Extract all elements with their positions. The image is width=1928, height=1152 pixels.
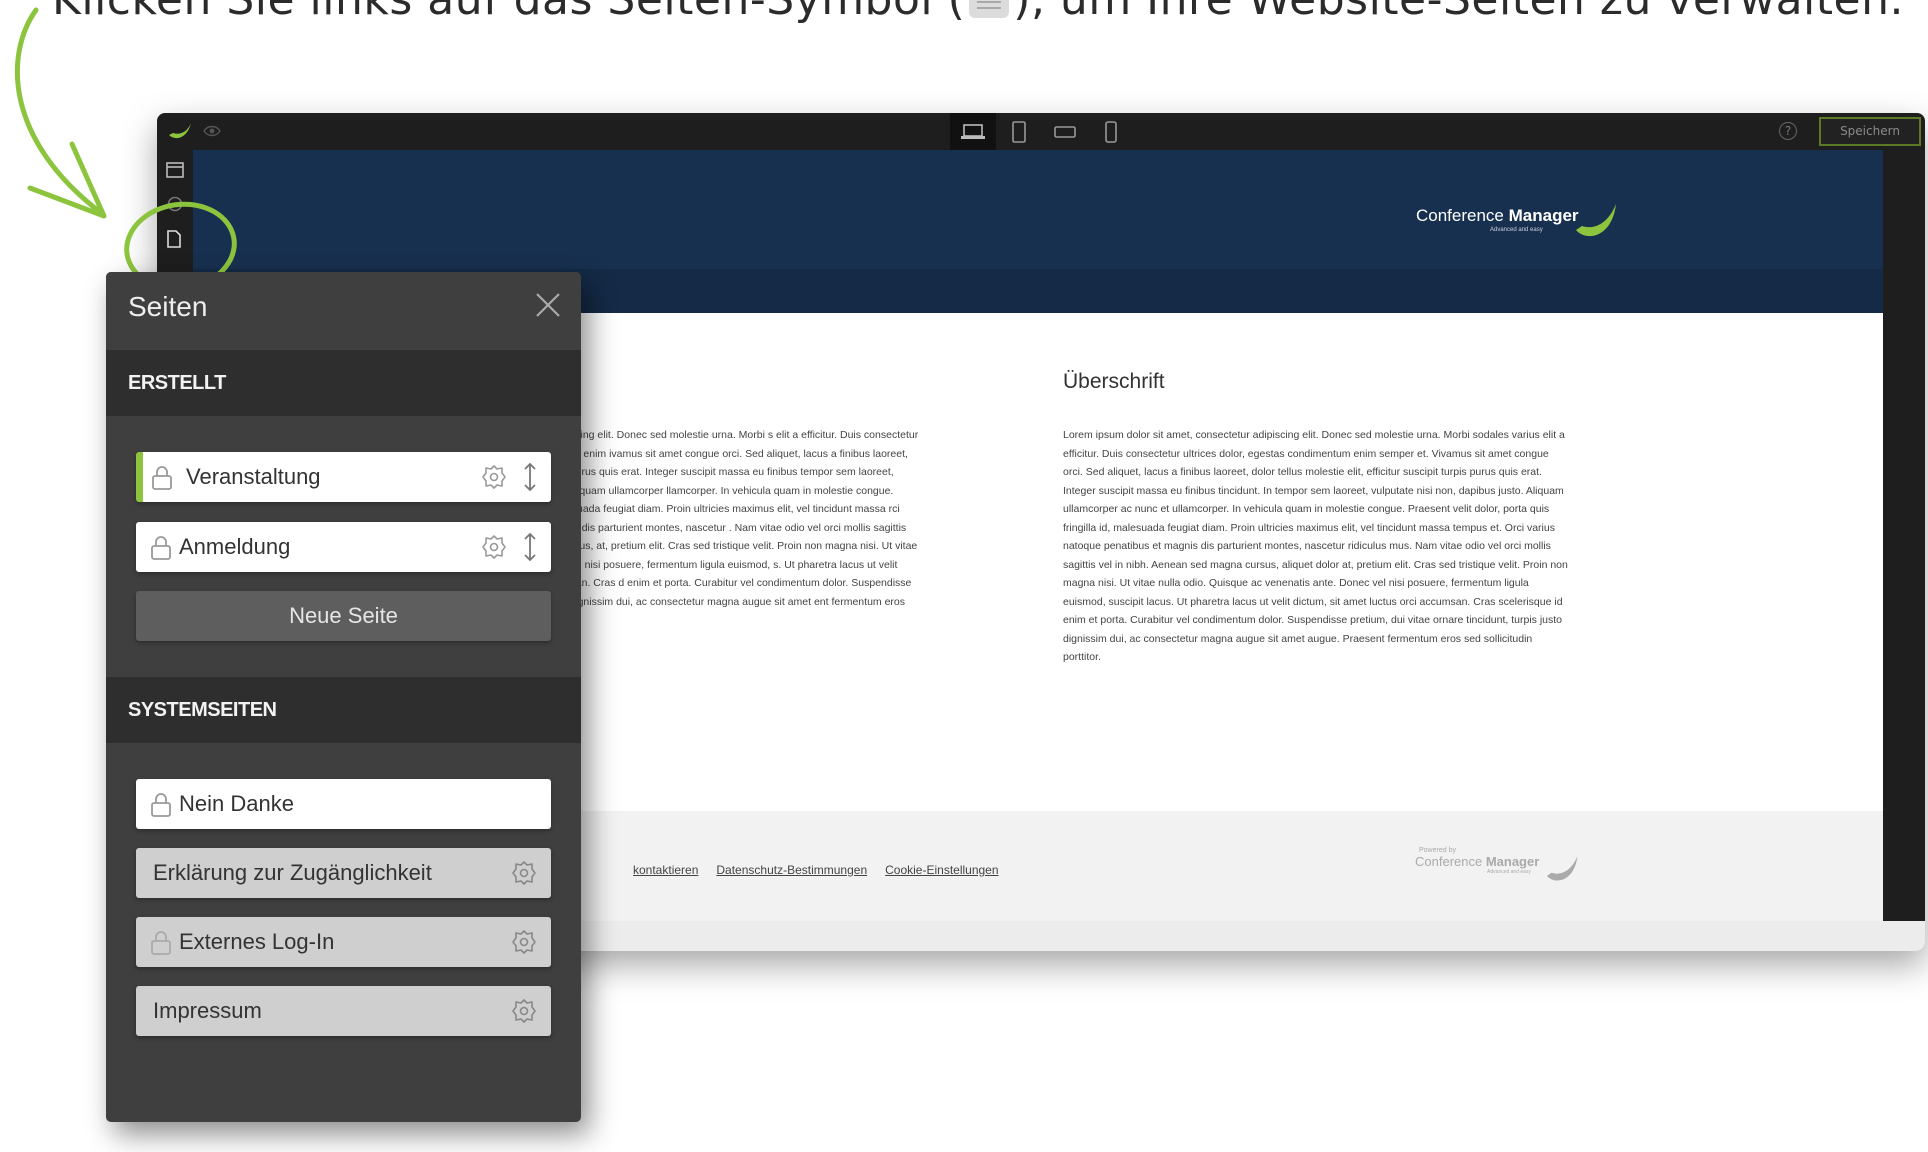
- gear-icon[interactable]: [481, 464, 507, 490]
- laptop-icon: [961, 123, 985, 139]
- instruction-after-icon: ), um Ihre Website-Seiten zu verwalten.: [1013, 0, 1904, 25]
- lock-icon: [152, 466, 172, 490]
- pages-panel: Seiten ERSTELLT Veranstaltung Anmeldung …: [106, 272, 581, 1122]
- powered-by-logo: Powered by Conference Manager Advanced a…: [1415, 847, 1578, 881]
- logo-leaf-icon: [1576, 204, 1616, 237]
- footer-link-contact[interactable]: kontaktieren: [633, 863, 698, 877]
- device-tablet-portrait[interactable]: [996, 113, 1042, 150]
- gear-icon[interactable]: [511, 998, 537, 1024]
- section-created-header: ERSTELLT: [106, 350, 581, 416]
- powered-logo-tagline: Advanced and easy: [1487, 869, 1531, 875]
- device-desktop[interactable]: [950, 113, 996, 150]
- powered-by-label: Powered by: [1419, 847, 1456, 854]
- powered-logo-light: Conference: [1415, 854, 1486, 869]
- pages-symbol-icon: [969, 0, 1010, 18]
- lock-icon: [151, 793, 171, 817]
- panel-header: Seiten: [106, 272, 581, 350]
- page-item-externes-login[interactable]: Externes Log-In: [136, 917, 551, 967]
- lock-icon: [151, 536, 171, 560]
- phone-icon: [1105, 120, 1117, 143]
- move-handle-icon[interactable]: [523, 462, 537, 492]
- pointer-arrow-icon: [14, 7, 107, 219]
- page-item-label: Externes Log-In: [179, 929, 335, 954]
- page-item-erklaerung-zugaenglichkeit[interactable]: Erklärung zur Zugänglichkeit: [136, 848, 551, 898]
- tablet-landscape-icon: [1054, 125, 1076, 138]
- section-created-label: ERSTELLT: [128, 372, 226, 394]
- page-item-anmeldung[interactable]: Anmeldung: [136, 522, 551, 572]
- section-system-header: SYSTEMSEITEN: [106, 677, 581, 743]
- page-item-label: Anmeldung: [179, 534, 291, 559]
- powered-logo-bold: Manager: [1485, 854, 1540, 869]
- page-item-label: Nein Danke: [179, 791, 294, 816]
- device-tablet-landscape[interactable]: [1042, 113, 1088, 150]
- close-icon[interactable]: [535, 292, 561, 318]
- editor-toolbar: ? Speichern: [157, 113, 1925, 150]
- gear-icon[interactable]: [511, 860, 537, 886]
- help-icon[interactable]: ?: [1779, 122, 1797, 140]
- lock-icon: [151, 931, 171, 955]
- logo-name-light: Conference: [1416, 206, 1509, 225]
- device-switcher: [950, 113, 1134, 150]
- powered-leaf-icon: [1547, 856, 1578, 881]
- device-phone[interactable]: [1088, 113, 1134, 150]
- page-item-impressum[interactable]: Impressum: [136, 986, 551, 1036]
- new-page-button[interactable]: Neue Seite: [136, 591, 551, 641]
- panel-title: Seiten: [128, 291, 208, 322]
- logo-name-bold: Manager: [1508, 206, 1579, 225]
- website-header: Conference Manager Advanced and easy: [193, 150, 1883, 269]
- move-handle-icon[interactable]: [523, 532, 537, 562]
- app-logo-icon: [169, 123, 191, 139]
- page-item-nein-danke[interactable]: Nein Danke: [136, 779, 551, 829]
- gear-icon[interactable]: [481, 534, 507, 560]
- conference-manager-logo: Conference Manager Advanced and easy: [1416, 204, 1616, 237]
- logo-tagline: Advanced and easy: [1490, 227, 1543, 233]
- preview-eye-icon[interactable]: [203, 124, 221, 138]
- footer-link-privacy[interactable]: Datenschutz-Bestimmungen: [716, 863, 867, 877]
- gear-icon[interactable]: [511, 929, 537, 955]
- section-system-label: SYSTEMSEITEN: [128, 699, 277, 721]
- footer-link-cookies[interactable]: Cookie-Einstellungen: [885, 863, 998, 877]
- layout-icon[interactable]: [166, 162, 184, 178]
- instruction-text: Klicken Sie links auf das Seiten-Symbol …: [52, 0, 1904, 25]
- page-item-label: Impressum: [153, 998, 262, 1023]
- page-item-label: Veranstaltung: [186, 464, 321, 489]
- page-item-label: Erklärung zur Zugänglichkeit: [153, 860, 432, 885]
- page-item-veranstaltung[interactable]: Veranstaltung: [136, 452, 551, 502]
- footer-links: kontaktieren Datenschutz-Bestimmungen Co…: [633, 863, 999, 877]
- instruction-before-icon: Klicken Sie links auf das Seiten-Symbol …: [52, 0, 965, 25]
- column-text: Lorem ipsum dolor sit amet, consectetur …: [1063, 429, 1568, 663]
- content-column-2: Überschrift Lorem ipsum dolor sit amet, …: [1063, 370, 1569, 667]
- editor-right-bar: [1883, 150, 1925, 951]
- tablet-icon: [1012, 120, 1026, 143]
- save-button[interactable]: Speichern: [1819, 117, 1921, 146]
- column-heading: Überschrift: [1063, 370, 1165, 393]
